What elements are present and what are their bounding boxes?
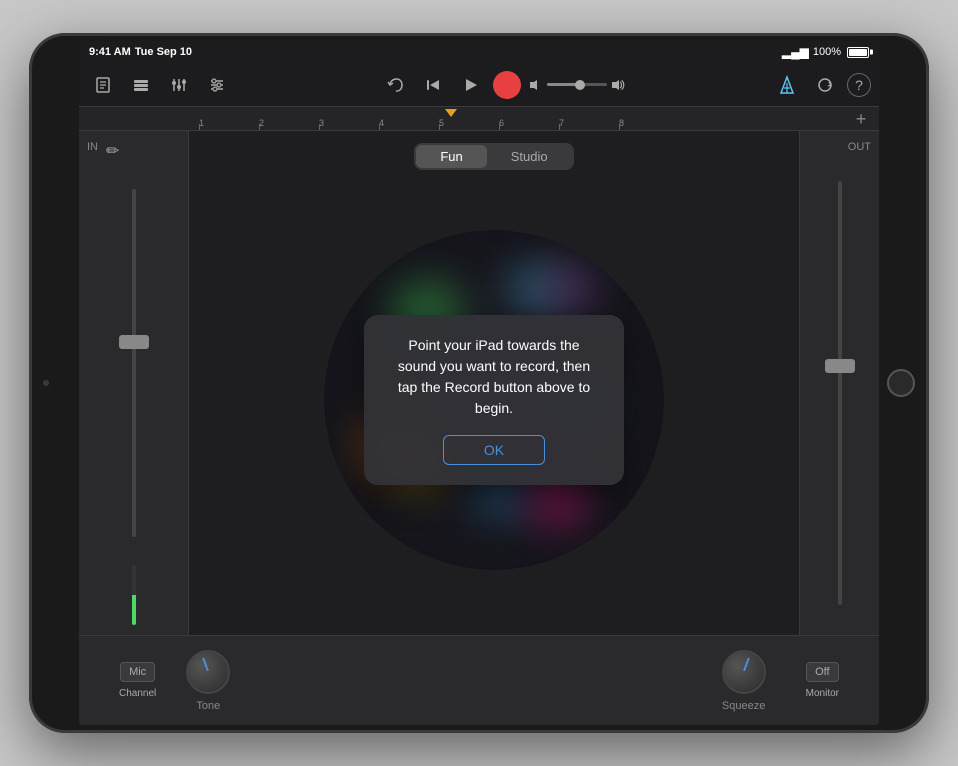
- help-button[interactable]: ?: [847, 73, 871, 97]
- monitor-label: Monitor: [806, 688, 839, 699]
- squeeze-group: Squeeze: [722, 650, 766, 712]
- add-track-button[interactable]: +: [851, 109, 871, 129]
- ruler-mark-4: 4: [379, 118, 439, 128]
- ruler-mark-3: 3: [319, 118, 379, 128]
- volume-group: [529, 78, 625, 92]
- main-content: IN ✏ Fun Studio: [79, 131, 879, 635]
- time-display: 9:41 AM: [89, 46, 131, 58]
- channel-group: Mic Channel: [119, 662, 156, 699]
- squeeze-label: Squeeze: [722, 700, 765, 712]
- instrument-area: Fun Studio Point your iP: [189, 131, 799, 635]
- toolbar: ?: [79, 63, 879, 107]
- timeline-ruler: 1 2 3 4 5 6 7 8 +: [79, 107, 879, 131]
- tone-group: Tone: [186, 650, 230, 712]
- fader-handle[interactable]: [119, 335, 149, 349]
- ruler-mark-6: 6: [499, 118, 559, 128]
- ruler-mark-5: 5: [439, 118, 499, 128]
- toolbar-right-group: ?: [771, 69, 871, 101]
- volume-handle[interactable]: [575, 80, 585, 90]
- side-button: [43, 380, 49, 386]
- tone-knob[interactable]: [186, 650, 230, 694]
- track-channel-right: OUT: [799, 131, 879, 635]
- ruler-mark-7: 7: [559, 118, 619, 128]
- tab-fun[interactable]: Fun: [416, 145, 486, 168]
- metronome-button[interactable]: [771, 69, 803, 101]
- squeeze-knob[interactable]: [722, 650, 766, 694]
- battery-icon: [847, 47, 869, 58]
- tab-studio[interactable]: Studio: [487, 145, 572, 168]
- new-song-button[interactable]: [87, 69, 119, 101]
- mixer-button[interactable]: [163, 69, 195, 101]
- record-dialog: Point your iPad towards the sound you wa…: [364, 315, 624, 485]
- dialog-overlay: Point your iPad towards the sound you wa…: [324, 230, 664, 570]
- loop-button[interactable]: [809, 69, 841, 101]
- playhead-triangle: [445, 109, 457, 117]
- status-right: ▂▄▆ 100%: [782, 45, 869, 59]
- channel-button[interactable]: Mic: [120, 662, 155, 682]
- instrument-circle[interactable]: Point your iPad towards the sound you wa…: [324, 230, 664, 570]
- record-button[interactable]: [493, 71, 521, 99]
- monitor-group: Off Monitor: [806, 662, 839, 699]
- mode-tabs: Fun Studio: [414, 143, 573, 170]
- toolbar-left-group: [87, 69, 233, 101]
- bottom-controls: Mic Channel Tone Squeeze Off Monitor: [79, 635, 879, 725]
- volume-low-icon: [529, 78, 543, 92]
- out-fader-track[interactable]: [838, 181, 842, 605]
- battery-percent: 100%: [813, 46, 841, 58]
- ruler-mark-2: 2: [259, 118, 319, 128]
- volume-high-icon: [611, 78, 625, 92]
- home-button[interactable]: [887, 369, 915, 397]
- ruler-marks: 1 2 3 4 5 6 7 8: [199, 118, 879, 128]
- tracks-button[interactable]: [125, 69, 157, 101]
- out-fader-container: [808, 161, 871, 625]
- ipad-device: 9:41 AM Tue Sep 10 ▂▄▆ 100%: [29, 33, 929, 733]
- level-fill: [132, 595, 136, 625]
- play-button[interactable]: [455, 69, 487, 101]
- tone-label: Tone: [196, 700, 220, 712]
- date-display: Tue Sep 10: [135, 46, 192, 58]
- in-row: IN ✏: [87, 141, 180, 161]
- settings-button[interactable]: [201, 69, 233, 101]
- in-label: IN: [87, 141, 98, 153]
- status-time: 9:41 AM Tue Sep 10: [89, 46, 192, 58]
- ruler-mark-1: 1: [199, 118, 259, 128]
- ruler-mark-8: 8: [619, 118, 679, 128]
- channel-label: Channel: [119, 688, 156, 699]
- fader-track[interactable]: [132, 189, 136, 537]
- undo-button[interactable]: [379, 69, 411, 101]
- wifi-icon: ▂▄▆: [782, 45, 809, 59]
- out-fader-handle[interactable]: [825, 359, 855, 373]
- screen: 9:41 AM Tue Sep 10 ▂▄▆ 100%: [79, 41, 879, 725]
- dialog-ok-button[interactable]: OK: [443, 435, 545, 465]
- toolbar-transport-group: [379, 69, 521, 101]
- mic-icon[interactable]: ✏: [106, 141, 119, 161]
- level-meter: [132, 565, 136, 625]
- track-channel-left: IN ✏: [79, 131, 189, 635]
- status-bar: 9:41 AM Tue Sep 10 ▂▄▆ 100%: [79, 41, 879, 63]
- monitor-button[interactable]: Off: [806, 662, 838, 682]
- dialog-message: Point your iPad towards the sound you wa…: [388, 335, 600, 419]
- rewind-button[interactable]: [417, 69, 449, 101]
- volume-slider[interactable]: [547, 83, 607, 86]
- fader-container: [87, 169, 180, 557]
- out-label: OUT: [848, 141, 871, 153]
